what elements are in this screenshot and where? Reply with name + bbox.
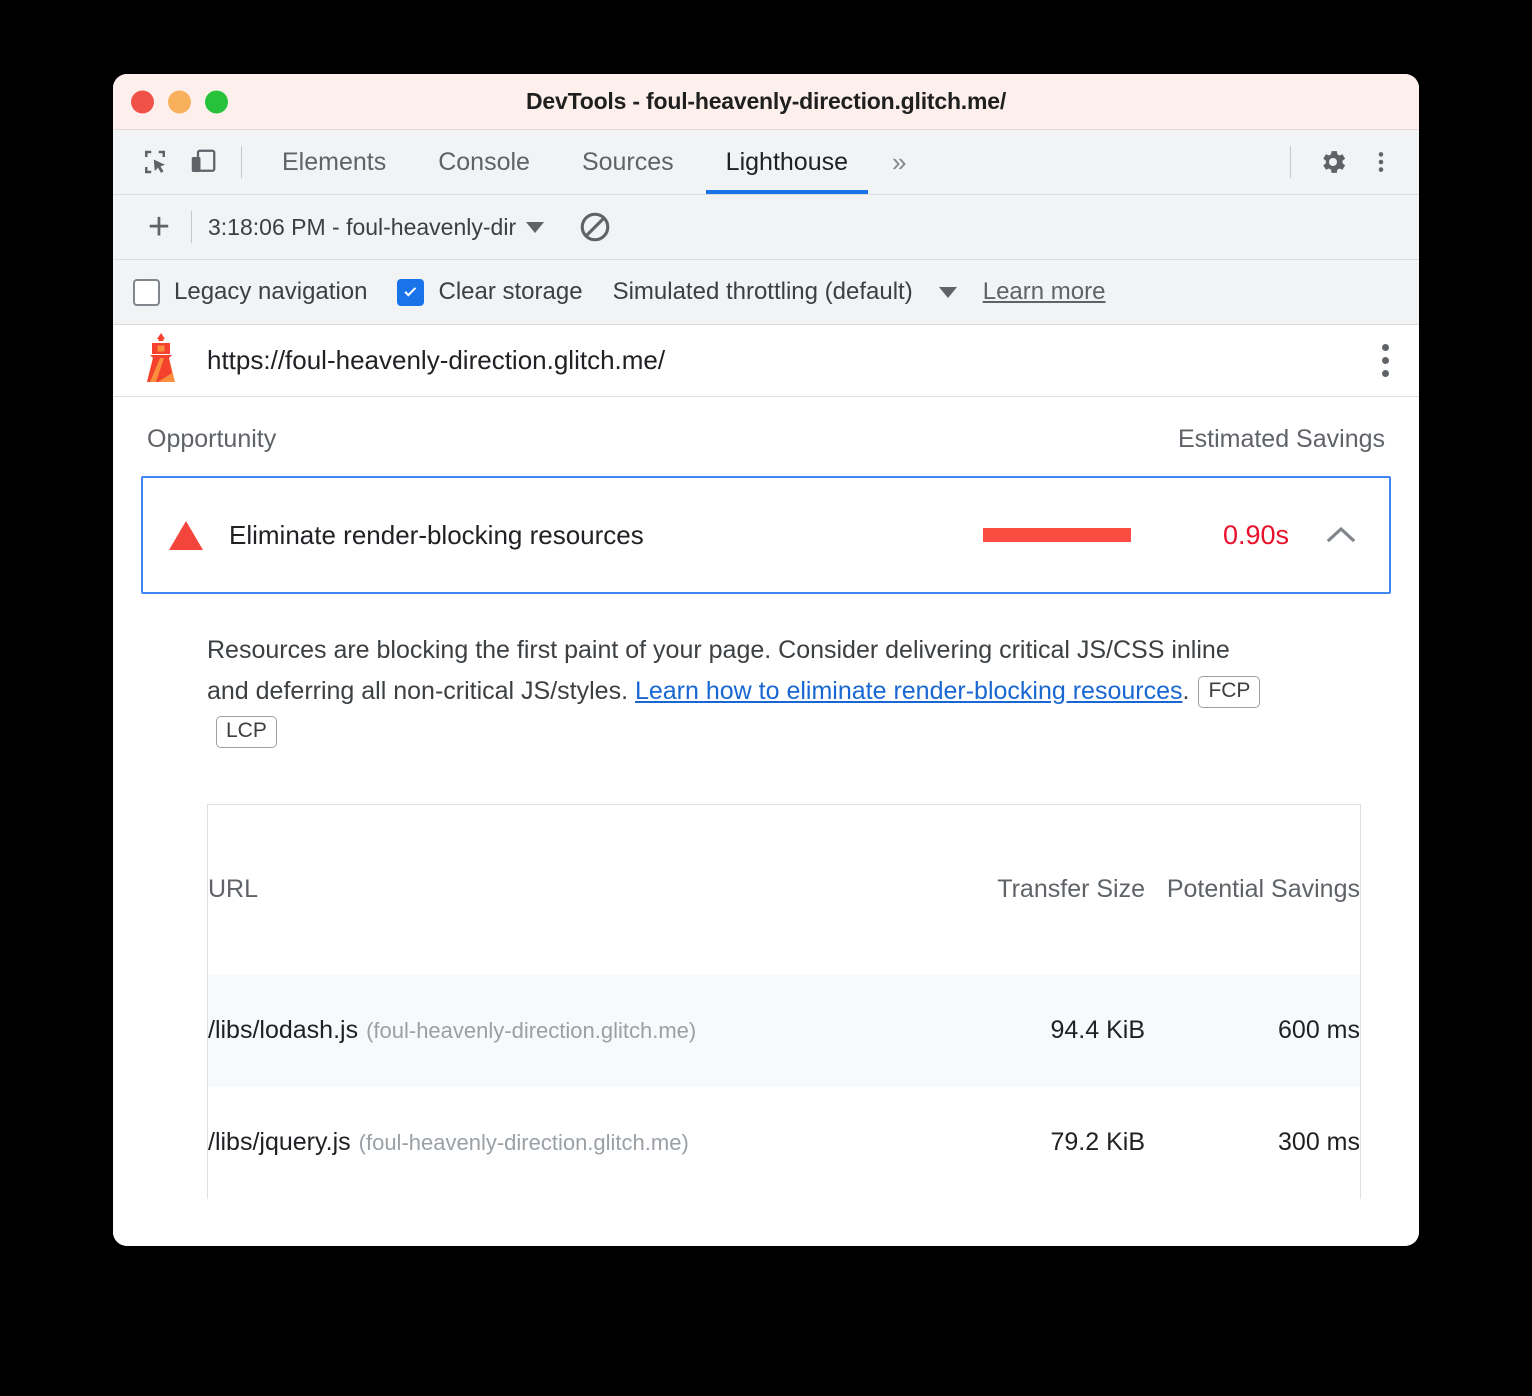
row-potential-savings: 600 ms xyxy=(1278,1016,1360,1044)
tab-console[interactable]: Console xyxy=(412,130,556,194)
tab-list: Elements Console Sources Lighthouse » xyxy=(256,130,924,194)
audit-description: Resources are blocking the first paint o… xyxy=(141,594,1271,752)
tab-lighthouse-label: Lighthouse xyxy=(725,147,848,176)
throttling-label: Simulated throttling (default) xyxy=(612,278,913,305)
audit-savings-value: 0.90s xyxy=(1222,519,1289,550)
row-url-cell: /libs/lodash.js (foul-heavenly-direction.… xyxy=(208,975,935,1087)
more-tabs-label: » xyxy=(892,146,907,177)
kebab-dot xyxy=(1382,344,1389,351)
kebab-dot xyxy=(1382,370,1389,377)
audit-details-table-wrapper: URL Transfer Size Potential Savings /lib… xyxy=(207,803,1361,1199)
tabbar-actions xyxy=(1290,130,1405,194)
estimated-savings-column-label: Estimated Savings xyxy=(1177,425,1385,453)
tabbar-divider xyxy=(241,146,242,178)
devtools-window: DevTools - foul-heavenly-direction.glitc… xyxy=(113,74,1419,1246)
report-select-label: 3:18:06 PM - foul-heavenly-dir xyxy=(208,213,517,240)
throttling-select[interactable]: Simulated throttling (default) xyxy=(613,278,957,306)
row-url-host: (foul-heavenly-direction.glitch.me) xyxy=(366,1018,697,1043)
clear-storage-label: Clear storage xyxy=(438,278,583,305)
clear-storage-checkbox[interactable]: Clear storage xyxy=(397,278,583,306)
chevron-down-icon xyxy=(526,221,545,233)
table-row: /libs/jquery.js (foul-heavenly-direction.… xyxy=(208,1087,1360,1199)
lighthouse-report-body: Opportunity Estimated Savings Eliminate … xyxy=(113,397,1419,1246)
audit-description-text-end: . xyxy=(1182,676,1190,705)
row-url-host: (foul-heavenly-direction.glitch.me) xyxy=(358,1130,689,1155)
report-url-header: https://foul-heavenly-direction.glitch.m… xyxy=(113,325,1419,397)
more-tabs-icon[interactable]: » xyxy=(874,147,924,178)
row-url-path: /libs/jquery.js xyxy=(208,1128,351,1156)
legacy-navigation-checkbox[interactable]: Legacy navigation xyxy=(133,278,367,306)
maximize-button[interactable] xyxy=(205,90,228,113)
legacy-navigation-checkbox-box xyxy=(133,278,160,306)
new-report-button[interactable]: + xyxy=(133,208,185,246)
savings-sparkbar xyxy=(983,528,1131,542)
window-title: DevTools - foul-heavenly-direction.glitc… xyxy=(525,88,1007,114)
opportunity-column-label: Opportunity xyxy=(147,425,277,453)
table-header-row: URL Transfer Size Potential Savings xyxy=(208,805,1360,975)
row-transfer-size: 94.4 KiB xyxy=(1050,1016,1145,1044)
device-toolbar-icon[interactable] xyxy=(179,138,227,186)
audit-details-table: URL Transfer Size Potential Savings /lib… xyxy=(208,805,1360,1199)
tab-console-label: Console xyxy=(438,147,530,176)
ban-icon[interactable] xyxy=(578,210,612,244)
window-titlebar: DevTools - foul-heavenly-direction.glitc… xyxy=(113,74,1419,130)
warning-triangle-icon xyxy=(169,520,203,550)
row-transfer-size: 79.2 KiB xyxy=(1050,1128,1145,1156)
kebab-dot xyxy=(1382,357,1389,364)
window-controls xyxy=(131,90,228,113)
lighthouse-icon xyxy=(139,332,183,389)
audit-details-table-head: URL Transfer Size Potential Savings xyxy=(208,805,1360,975)
tab-elements-label: Elements xyxy=(282,147,387,176)
run-toolbar-divider xyxy=(191,211,192,243)
close-button[interactable] xyxy=(131,90,154,113)
column-header-potential-savings: Potential Savings xyxy=(1166,875,1360,903)
minimize-button[interactable] xyxy=(168,90,191,113)
kebab-menu-icon[interactable] xyxy=(1357,138,1405,186)
column-header-transfer-size: Transfer Size xyxy=(997,875,1145,903)
gear-icon[interactable] xyxy=(1309,138,1357,186)
tab-sources-label: Sources xyxy=(581,147,674,176)
chevron-down-icon xyxy=(938,286,957,298)
audit-title: Eliminate render-blocking resources xyxy=(229,519,644,550)
report-url: https://foul-heavenly-direction.glitch.m… xyxy=(207,345,666,375)
tabbar-actions-divider xyxy=(1290,146,1291,178)
audit-row-eliminate-render-blocking-resources[interactable]: Eliminate render-blocking resources 0.90… xyxy=(141,476,1391,594)
report-select[interactable]: 3:18:06 PM - foul-heavenly-dir xyxy=(208,213,545,241)
lighthouse-run-toolbar: + 3:18:06 PM - foul-heavenly-dir xyxy=(113,195,1419,260)
metric-chip-fcp: FCP xyxy=(1198,675,1261,708)
screenshot-root: DevTools - foul-heavenly-direction.glitc… xyxy=(0,0,1532,1396)
row-potential-savings: 300 ms xyxy=(1278,1128,1360,1156)
table-row: /libs/lodash.js (foul-heavenly-direction.… xyxy=(208,974,1360,1087)
inspect-element-icon[interactable] xyxy=(131,138,179,186)
opportunity-table-header: Opportunity Estimated Savings xyxy=(141,397,1391,476)
audit-details-table-body: /libs/lodash.js (foul-heavenly-direction.… xyxy=(208,974,1360,1199)
tab-elements[interactable]: Elements xyxy=(256,130,412,194)
chevron-up-icon[interactable] xyxy=(1325,525,1357,545)
report-options-menu-icon[interactable] xyxy=(1376,338,1395,383)
devtools-tabbar: Elements Console Sources Lighthouse » xyxy=(113,130,1419,195)
row-url-path: /libs/lodash.js xyxy=(208,1016,359,1044)
column-header-url: URL xyxy=(208,875,259,903)
metric-chip-lcp: LCP xyxy=(216,716,277,749)
lighthouse-settings-row: Legacy navigation Clear storage Simulate… xyxy=(113,260,1419,325)
learn-more-link[interactable]: Learn more xyxy=(983,278,1106,306)
audit-description-link[interactable]: Learn how to eliminate render-blocking r… xyxy=(635,677,1183,705)
tab-sources[interactable]: Sources xyxy=(556,130,700,194)
legacy-navigation-label: Legacy navigation xyxy=(174,278,368,305)
tab-lighthouse[interactable]: Lighthouse xyxy=(700,130,874,194)
row-url-cell: /libs/jquery.js (foul-heavenly-direction.… xyxy=(208,1087,935,1199)
clear-storage-checkbox-box xyxy=(397,278,425,306)
